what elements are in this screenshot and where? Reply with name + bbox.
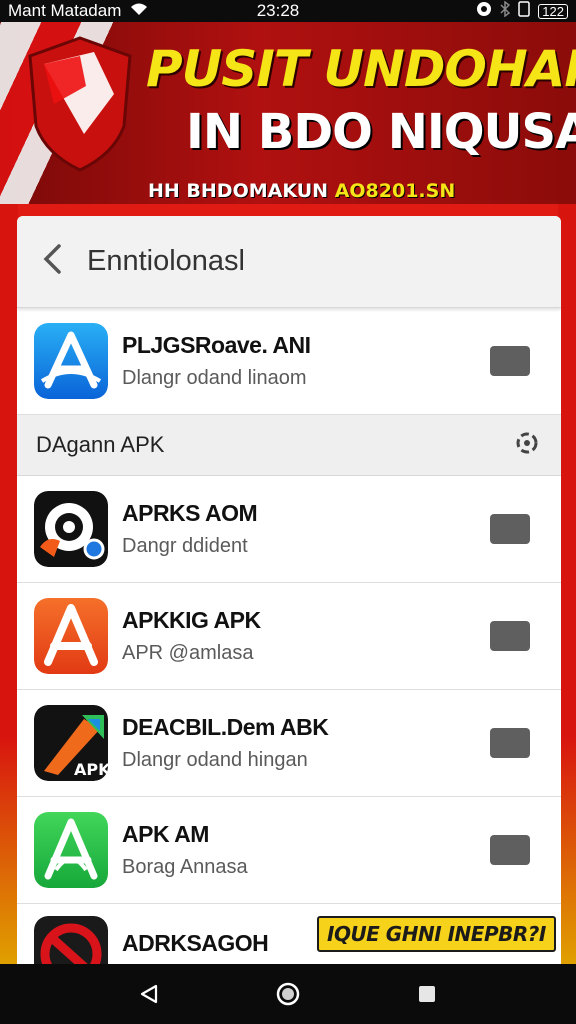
banner-title: PUSIT UNDOHAN <box>146 40 576 98</box>
promo-banner: PUSIT UNDOHAN IN BDO NIQUSA ! HH BHDOMAK… <box>0 22 576 204</box>
app-name: APKKIG APK <box>122 607 261 633</box>
app-name: APRKS AOM <box>122 500 258 526</box>
promo-cta-button[interactable]: IQUE GHNI INEPBR?I <box>317 916 556 952</box>
banner-tagline-white: HH BHDOMAKUN <box>148 180 329 202</box>
banner-tagline-yellow: AO8201.SN <box>334 180 456 202</box>
list-item[interactable]: APRKS AOM Dangr ddident <box>17 476 561 583</box>
bluetooth-icon <box>500 0 511 22</box>
wifi-icon <box>129 1 149 21</box>
app-name: APK AM <box>122 821 209 847</box>
frame-left <box>0 204 18 964</box>
nav-recents-icon[interactable] <box>397 964 457 1024</box>
list-item[interactable]: ADRKSAGOH IQUE GHNI INEPBR?I <box>17 904 561 964</box>
location-icon <box>476 1 492 22</box>
navigation-bar <box>0 964 576 1024</box>
app-texts: APKKIG APK APR @amlasa <box>122 607 490 665</box>
banner-subtitle-text: IN BDO NIQUSA <box>186 104 576 160</box>
list-item[interactable]: PLJGSRoave. ANI Dlangr odand linaom <box>17 308 561 415</box>
orange-a-icon <box>34 598 108 674</box>
red-circle-icon <box>34 916 108 964</box>
app-texts: PLJGSRoave. ANI Dlangr odand linaom <box>122 332 490 390</box>
section-title: DAgann APK <box>36 432 165 457</box>
battery-icon: 122 <box>538 3 568 19</box>
list-item[interactable]: APKKIG APK APR @amlasa <box>17 583 561 690</box>
shield-icon <box>24 34 136 174</box>
status-bar: Mant Matadam 23:28 122 <box>0 0 576 22</box>
svg-text:APK: APK <box>74 760 108 779</box>
app-desc: Dlangr odand linaom <box>122 367 307 389</box>
list-item[interactable]: APK AM Borag Annasa <box>17 797 561 904</box>
page-title: Enntiolonasl <box>87 245 245 277</box>
select-toggle[interactable] <box>490 835 530 865</box>
apk-wrench-icon: APK <box>34 705 108 781</box>
banner-subtitle: IN BDO NIQUSA ! <box>186 104 576 160</box>
nav-back-icon[interactable] <box>119 964 179 1024</box>
select-toggle[interactable] <box>490 514 530 544</box>
green-a-icon <box>34 812 108 888</box>
card-header: Enntiolonasl <box>17 216 561 308</box>
app-store-a-icon <box>34 323 108 399</box>
nav-home-icon[interactable] <box>258 964 318 1024</box>
app-texts: APK AM Borag Annasa <box>122 821 490 879</box>
back-button[interactable] <box>17 216 87 308</box>
chevron-left-icon <box>41 242 63 281</box>
sim-icon <box>518 0 531 22</box>
clock: 23:28 <box>256 1 300 20</box>
banner-tagline: HH BHDOMAKUN AO8201.SN <box>148 180 455 202</box>
battery-level: 122 <box>542 3 564 19</box>
app-desc: APR @amlasa <box>122 642 254 664</box>
apk-list-card: Enntiolonasl PLJGSRoave. ANI Dlangr odan… <box>17 216 561 964</box>
app-desc: Dlangr odand hingan <box>122 749 308 771</box>
list-item[interactable]: APK DEACBIL.Dem ABK Dlangr odand hingan <box>17 690 561 797</box>
target-lens-icon <box>34 491 108 567</box>
app-texts: APRKS AOM Dangr ddident <box>122 500 490 558</box>
section-header: DAgann APK <box>17 415 561 476</box>
app-name: PLJGSRoave. ANI <box>122 332 311 358</box>
refresh-icon[interactable] <box>514 430 540 461</box>
app-desc: Dangr ddident <box>122 535 248 557</box>
select-toggle[interactable] <box>490 728 530 758</box>
select-toggle[interactable] <box>490 621 530 651</box>
select-toggle[interactable] <box>490 346 530 376</box>
app-name: DEACBIL.Dem ABK <box>122 714 329 740</box>
app-texts: DEACBIL.Dem ABK Dlangr odand hingan <box>122 714 490 772</box>
app-desc: Borag Annasa <box>122 856 248 878</box>
carrier-label: Mant Matadam <box>8 1 122 20</box>
